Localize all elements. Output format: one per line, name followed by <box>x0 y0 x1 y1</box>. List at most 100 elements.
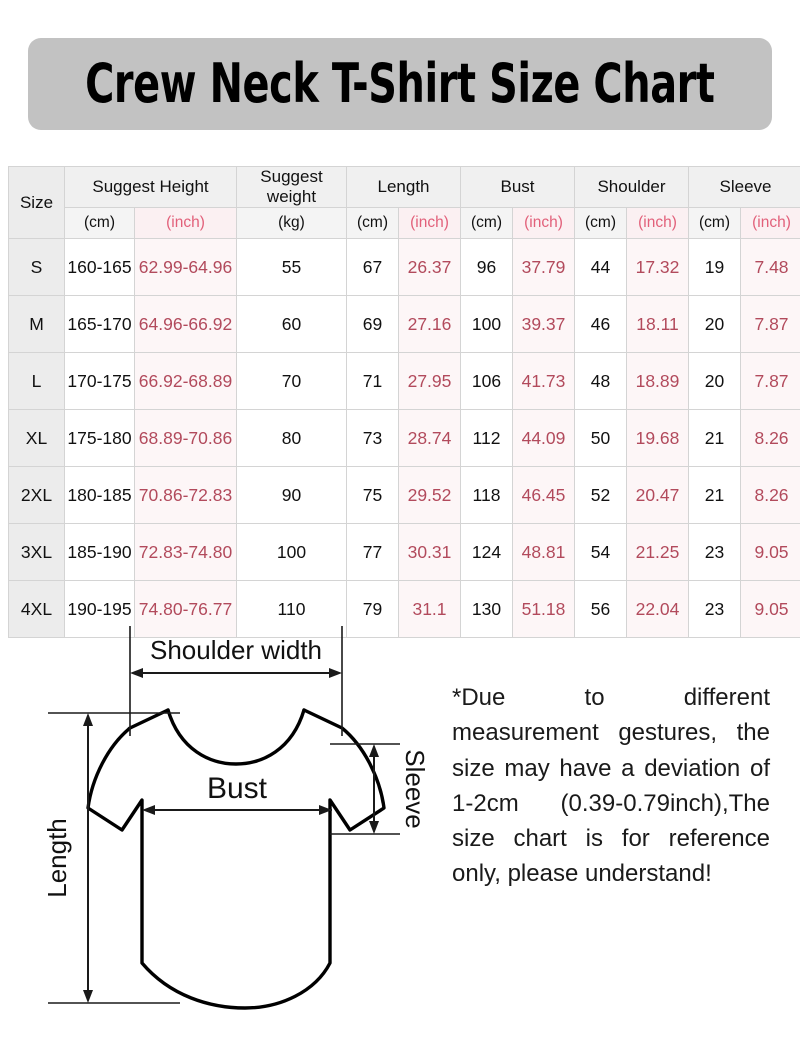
cell-height-inch: 70.86-72.83 <box>135 467 237 524</box>
tshirt-neckline <box>168 710 304 764</box>
unit-header-height-cm: (cm) <box>65 208 135 239</box>
cell-height-inch: 68.89-70.86 <box>135 410 237 467</box>
cell-shoulder-inch: 17.32 <box>627 239 689 296</box>
cell-bust-cm: 118 <box>461 467 513 524</box>
tshirt-measurement-diagram: Shoulder width Length Bust <box>30 618 450 1040</box>
cell-bust-cm: 100 <box>461 296 513 353</box>
cell-length-inch: 27.95 <box>399 353 461 410</box>
cell-shoulder-inch: 21.25 <box>627 524 689 581</box>
cell-height-cm: 185-190 <box>65 524 135 581</box>
column-header-length: Length <box>347 167 461 208</box>
unit-header-length-cm: (cm) <box>347 208 399 239</box>
cell-length-cm: 77 <box>347 524 399 581</box>
sleeve-label: Sleeve <box>400 749 430 829</box>
shoulder-arrowhead-right <box>329 668 342 678</box>
cell-sleeve-inch: 9.05 <box>741 524 800 581</box>
cell-length-cm: 69 <box>347 296 399 353</box>
unit-header-bust-inch: (inch) <box>513 208 575 239</box>
cell-sleeve-inch: 8.26 <box>741 410 800 467</box>
unit-header-weight-kg: (kg) <box>237 208 347 239</box>
cell-length-inch: 28.74 <box>399 410 461 467</box>
cell-length-inch: 27.16 <box>399 296 461 353</box>
table-head: Size Suggest Height Suggest weight Lengt… <box>9 167 800 239</box>
cell-shoulder-cm: 46 <box>575 296 627 353</box>
cell-length-cm: 71 <box>347 353 399 410</box>
table-row: M165-17064.96-66.92606927.1610039.374618… <box>9 296 800 353</box>
cell-shoulder-inch: 18.11 <box>627 296 689 353</box>
cell-shoulder-cm: 50 <box>575 410 627 467</box>
cell-sleeve-inch: 7.87 <box>741 296 800 353</box>
cell-size: XL <box>9 410 65 467</box>
cell-weight-kg: 100 <box>237 524 347 581</box>
cell-length-inch: 26.37 <box>399 239 461 296</box>
bust-label: Bust <box>207 772 268 805</box>
length-arrowhead-bottom <box>83 990 93 1003</box>
cell-bust-inch: 48.81 <box>513 524 575 581</box>
cell-shoulder-inch: 20.47 <box>627 467 689 524</box>
column-header-suggest-weight: Suggest weight <box>237 167 347 208</box>
cell-weight-kg: 90 <box>237 467 347 524</box>
unit-header-shoulder-inch: (inch) <box>627 208 689 239</box>
cell-length-inch: 30.31 <box>399 524 461 581</box>
cell-size: M <box>9 296 65 353</box>
cell-shoulder-inch: 19.68 <box>627 410 689 467</box>
unit-header-length-inch: (inch) <box>399 208 461 239</box>
cell-height-inch: 66.92-68.89 <box>135 353 237 410</box>
tshirt-diagram-svg: Shoulder width Length Bust <box>30 618 450 1040</box>
cell-weight-kg: 55 <box>237 239 347 296</box>
cell-length-cm: 75 <box>347 467 399 524</box>
length-label: Length <box>42 818 72 898</box>
table-row: XL175-18068.89-70.86807328.7411244.09501… <box>9 410 800 467</box>
column-header-bust: Bust <box>461 167 575 208</box>
cell-shoulder-cm: 54 <box>575 524 627 581</box>
cell-shoulder-cm: 48 <box>575 353 627 410</box>
table-body: S160-16562.99-64.96556726.379637.794417.… <box>9 239 800 638</box>
table-row: L170-17566.92-68.89707127.9510641.734818… <box>9 353 800 410</box>
tshirt-body-outline <box>88 710 384 1008</box>
cell-sleeve-inch: 7.87 <box>741 353 800 410</box>
unit-header-sleeve-cm: (cm) <box>689 208 741 239</box>
cell-bust-cm: 106 <box>461 353 513 410</box>
unit-header-height-inch: (inch) <box>135 208 237 239</box>
cell-sleeve-cm: 20 <box>689 353 741 410</box>
cell-bust-inch: 46.45 <box>513 467 575 524</box>
cell-sleeve-cm: 23 <box>689 524 741 581</box>
measurement-disclaimer-note: *Due to different measurement gestures, … <box>452 680 770 892</box>
cell-sleeve-inch: 8.26 <box>741 467 800 524</box>
cell-height-cm: 165-170 <box>65 296 135 353</box>
cell-height-cm: 160-165 <box>65 239 135 296</box>
lower-section: Shoulder width Length Bust <box>0 618 800 1040</box>
cell-weight-kg: 60 <box>237 296 347 353</box>
unit-header-sleeve-inch: (inch) <box>741 208 800 239</box>
unit-header-shoulder-cm: (cm) <box>575 208 627 239</box>
cell-bust-inch: 44.09 <box>513 410 575 467</box>
cell-height-cm: 170-175 <box>65 353 135 410</box>
cell-sleeve-cm: 20 <box>689 296 741 353</box>
cell-bust-cm: 112 <box>461 410 513 467</box>
cell-shoulder-cm: 44 <box>575 239 627 296</box>
sleeve-arrowhead-bottom <box>369 821 379 834</box>
column-header-shoulder: Shoulder <box>575 167 689 208</box>
column-header-sleeve: Sleeve <box>689 167 800 208</box>
page-title: Crew Neck T-Shirt Size Chart <box>85 57 714 111</box>
cell-length-inch: 29.52 <box>399 467 461 524</box>
cell-sleeve-cm: 21 <box>689 410 741 467</box>
cell-bust-inch: 41.73 <box>513 353 575 410</box>
cell-sleeve-cm: 21 <box>689 467 741 524</box>
cell-bust-inch: 39.37 <box>513 296 575 353</box>
cell-height-cm: 175-180 <box>65 410 135 467</box>
title-banner: Crew Neck T-Shirt Size Chart <box>28 38 772 130</box>
table-row: 3XL185-19072.83-74.801007730.3112448.815… <box>9 524 800 581</box>
cell-weight-kg: 80 <box>237 410 347 467</box>
cell-bust-cm: 124 <box>461 524 513 581</box>
column-header-size: Size <box>9 167 65 239</box>
table-unit-header-row: (cm) (inch) (kg) (cm) (inch) (cm) (inch)… <box>9 208 800 239</box>
table-group-header-row: Size Suggest Height Suggest weight Lengt… <box>9 167 800 208</box>
cell-sleeve-inch: 7.48 <box>741 239 800 296</box>
cell-sleeve-cm: 19 <box>689 239 741 296</box>
unit-header-bust-cm: (cm) <box>461 208 513 239</box>
cell-size: S <box>9 239 65 296</box>
cell-weight-kg: 70 <box>237 353 347 410</box>
sleeve-arrowhead-top <box>369 744 379 757</box>
cell-shoulder-cm: 52 <box>575 467 627 524</box>
